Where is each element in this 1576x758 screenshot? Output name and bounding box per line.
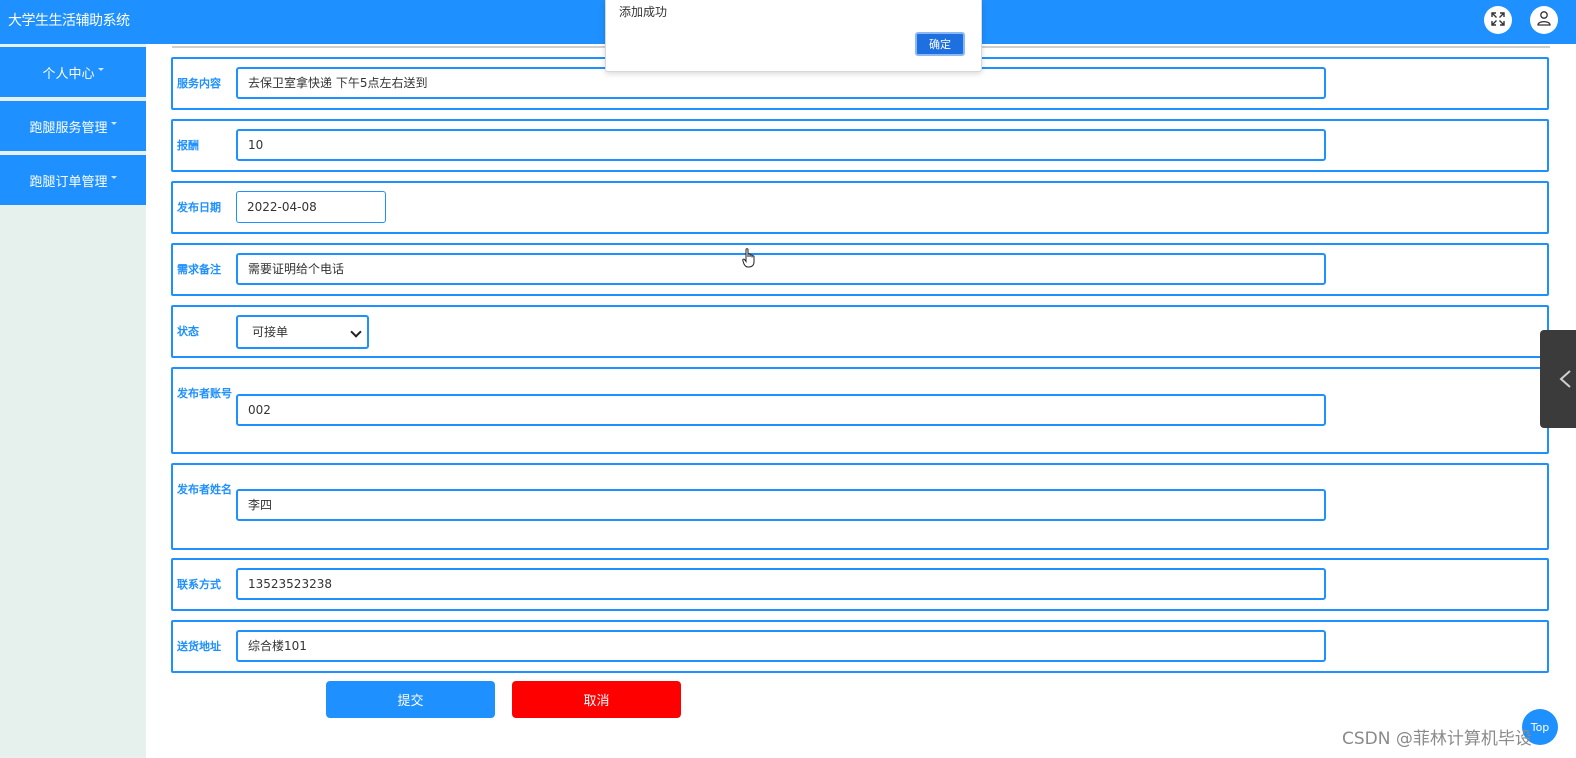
field-label: 联系方式 [177, 578, 221, 591]
form-row-remark: 需求备注 需要证明给个电话 [171, 243, 1549, 296]
field-label: 发布日期 [177, 201, 221, 214]
field-label: 送货地址 [177, 640, 221, 653]
user-icon [1536, 10, 1552, 30]
cancel-button[interactable]: 取消 [512, 681, 681, 718]
caret-down-icon [110, 121, 117, 125]
form-row-contact: 联系方式 13523523238 [171, 558, 1549, 611]
status-select[interactable]: 可接单 [236, 315, 369, 349]
sidebar-item-errand-service[interactable]: 跑腿服务管理 [0, 101, 146, 151]
fullscreen-icon [1491, 11, 1505, 30]
fullscreen-button[interactable] [1484, 6, 1512, 34]
sidebar-item-label: 跑腿服务管理 [29, 120, 108, 136]
hand-cursor-icon [742, 248, 756, 272]
contact-input[interactable]: 13523523238 [236, 568, 1326, 600]
form-row-reward: 报酬 10 [171, 119, 1549, 172]
publisher-account-input[interactable]: 002 [236, 394, 1326, 426]
form-row-status: 状态 可接单 [171, 305, 1549, 358]
form-row-publisher-name: 发布者姓名 李四 [171, 463, 1549, 550]
sidebar-item-personal-center[interactable]: 个人中心 [0, 47, 146, 97]
chevron-left-icon [1558, 370, 1572, 392]
app-title: 大学生生活辅助系统 [8, 13, 130, 29]
reward-input[interactable]: 10 [236, 129, 1326, 161]
side-panel-handle[interactable] [1540, 330, 1576, 428]
publish-date-input[interactable]: 2022-04-08 [236, 191, 386, 223]
sidebar: 个人中心 跑腿服务管理 跑腿订单管理 [0, 44, 146, 758]
dialog-message: 添加成功 [619, 5, 668, 19]
publisher-name-input[interactable]: 李四 [236, 489, 1326, 521]
sidebar-item-label: 跑腿订单管理 [29, 174, 108, 190]
form-row-publisher-account: 发布者账号 002 [171, 367, 1549, 454]
field-label: 状态 [177, 325, 199, 338]
remark-input[interactable]: 需要证明给个电话 [236, 253, 1326, 285]
caret-down-icon [110, 175, 117, 179]
field-label: 服务内容 [177, 77, 221, 90]
chevron-down-icon [350, 326, 362, 338]
status-selected-value: 可接单 [252, 325, 289, 339]
address-input[interactable]: 综合楼101 [236, 630, 1326, 662]
field-label: 报酬 [177, 139, 199, 152]
field-label: 发布者姓名 [177, 483, 232, 496]
caret-down-icon [97, 67, 104, 71]
watermark: CSDN @菲林计算机毕设 [1342, 729, 1532, 749]
submit-button[interactable]: 提交 [326, 681, 495, 718]
alert-dialog: 添加成功 确定 [605, 0, 982, 72]
user-menu-button[interactable] [1530, 6, 1558, 34]
form-row-address: 送货地址 综合楼101 [171, 620, 1549, 673]
field-label: 需求备注 [177, 263, 221, 276]
dialog-ok-button[interactable]: 确定 [915, 32, 965, 56]
field-label: 发布者账号 [177, 387, 232, 400]
sidebar-item-errand-order[interactable]: 跑腿订单管理 [0, 155, 146, 205]
form-row-publish-date: 发布日期 2022-04-08 [171, 181, 1549, 234]
sidebar-item-label: 个人中心 [42, 66, 95, 82]
